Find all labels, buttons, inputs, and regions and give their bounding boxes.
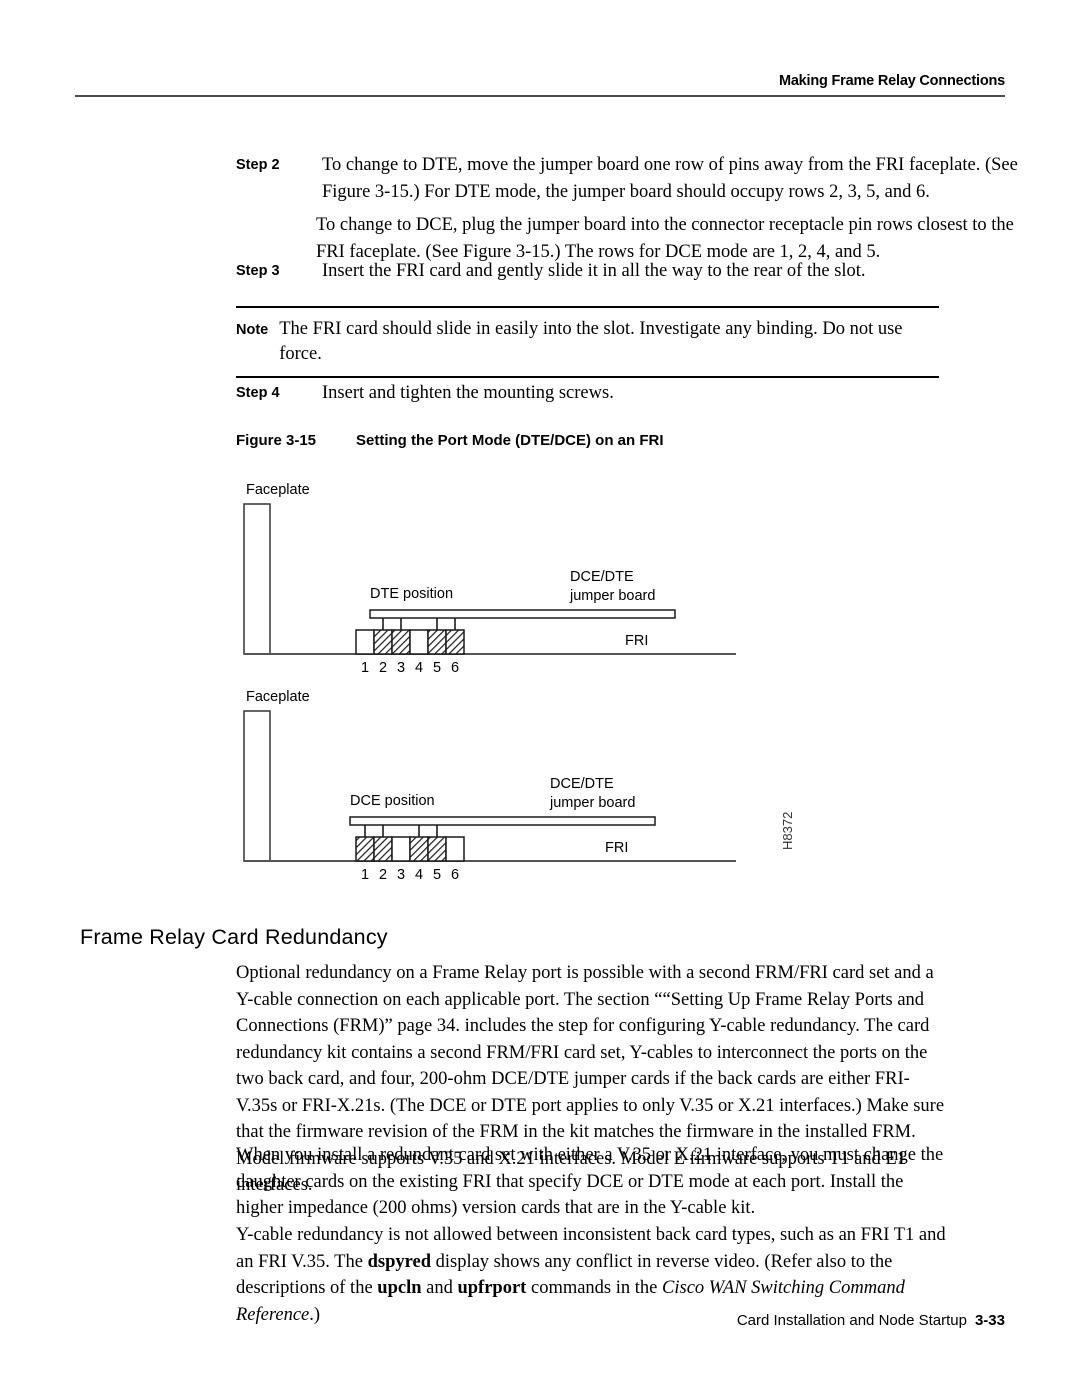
pin-number-dce-4: 4 (415, 867, 423, 883)
step-text-3: Insert the FRI card and gently slide it … (322, 261, 866, 281)
pin-cell-dce-4 (409, 836, 429, 862)
pin-number-dce-1: 1 (361, 867, 369, 883)
pin-cell-dce-1 (355, 836, 375, 862)
note-block: Note The FRI card should slide in easily… (236, 306, 939, 378)
pin-number-dce-5: 5 (433, 867, 441, 883)
figure-art-id: H8372 (780, 812, 795, 850)
figure-number: Figure 3-15 (236, 432, 317, 449)
figure-title: Setting the Port Mode (DTE/DCE) on an FR… (356, 432, 664, 449)
section-paragraph-2: When you install a redundant card set wi… (236, 1145, 944, 1218)
pin-cell-dce-2 (373, 836, 393, 862)
card-label-dce: FRI (605, 840, 628, 856)
step-label-3: Step 3 (236, 263, 280, 279)
pin-number-dte-2: 2 (379, 660, 387, 676)
faceplate-label-dte: Faceplate (246, 482, 310, 498)
pin-cell-dte-6 (445, 629, 465, 655)
jumper-board-bar-dce (349, 816, 656, 826)
footer-page-number: 3-33 (974, 1312, 1005, 1329)
step-text-4: Insert and tighten the mounting screws. (322, 383, 614, 403)
page-footer: Card Installation and Node Startup 3-33 (75, 1312, 1005, 1329)
pin-cell-dte-5 (427, 629, 447, 655)
jumper-label-dce-l2: jumper board (549, 795, 635, 811)
step-row-2: Step 2 To change to DTE, move the jumper… (236, 152, 1022, 205)
para3-part3: and (421, 1278, 458, 1298)
diagram-dte: Faceplate DTE position DCE/DTE jumper bo… (243, 482, 736, 676)
pin-number-dce-6: 6 (451, 867, 459, 883)
step-label-2: Step 2 (236, 157, 280, 173)
pin-cell-dce-6 (445, 836, 465, 862)
pin-cell-dce-3 (391, 836, 411, 862)
position-label-dte: DTE position (370, 586, 453, 602)
pin-number-dce-2: 2 (379, 867, 387, 883)
step-label-4: Step 4 (236, 385, 280, 401)
figure-caption: Figure 3-15 Setting the Port Mode (DTE/D… (236, 432, 664, 449)
header-rule (75, 95, 1005, 97)
step-text-2: To change to DTE, move the jumper board … (322, 155, 1018, 202)
section-heading: Frame Relay Card Redundancy (80, 925, 388, 949)
position-label-dce: DCE position (350, 793, 435, 809)
jumper-label-dce-l1: DCE/DTE (550, 776, 614, 792)
header-title: Making Frame Relay Connections (778, 73, 1005, 89)
jumper-board-bar-dte (369, 609, 676, 619)
note-rule-bottom (236, 376, 939, 378)
card-label-dte: FRI (625, 633, 648, 649)
pin-number-dte-5: 5 (433, 660, 441, 676)
jumper-label-dte-l2: jumper board (569, 588, 655, 604)
pin-number-dce-3: 3 (397, 867, 405, 883)
diagram-dce: Faceplate DCE position DCE/DTE jumper bo… (243, 689, 736, 883)
pin-cell-dce-5 (427, 836, 447, 862)
pin-cell-dte-3 (391, 629, 411, 655)
faceplate-bar-dce (243, 710, 271, 862)
figure-artwork: Faceplate DTE position DCE/DTE jumper bo… (236, 470, 1046, 895)
command-upfrport: upfrport (457, 1278, 527, 1298)
pin-cell-dte-4 (409, 629, 429, 655)
footer-title: Card Installation and Node Startup (736, 1312, 967, 1329)
note-text: The FRI card should slide in easily into… (279, 319, 903, 364)
pin-number-dte-4: 4 (415, 660, 423, 676)
pin-cell-dte-2 (373, 629, 393, 655)
jumper-label-dte-l1: DCE/DTE (570, 569, 634, 585)
faceplate-bar-dte (243, 503, 271, 655)
command-dspyred: dspyred (367, 1251, 431, 1272)
note-label: Note (236, 322, 269, 338)
faceplate-label-dce: Faceplate (246, 689, 310, 705)
page-header: Making Frame Relay Connections (75, 72, 1005, 97)
pin-number-dte-1: 1 (361, 660, 369, 676)
para3-part4: commands in the (526, 1278, 663, 1298)
pin-number-dte-6: 6 (451, 660, 459, 676)
pin-cell-dte-1 (355, 629, 375, 655)
step-row-4: Step 4 Insert and tighten the mounting s… (236, 380, 1022, 407)
pin-number-dte-3: 3 (397, 660, 405, 676)
step-row-3: Step 3 Insert the FRI card and gently sl… (236, 258, 1022, 285)
command-upcln: upcln (377, 1278, 422, 1298)
